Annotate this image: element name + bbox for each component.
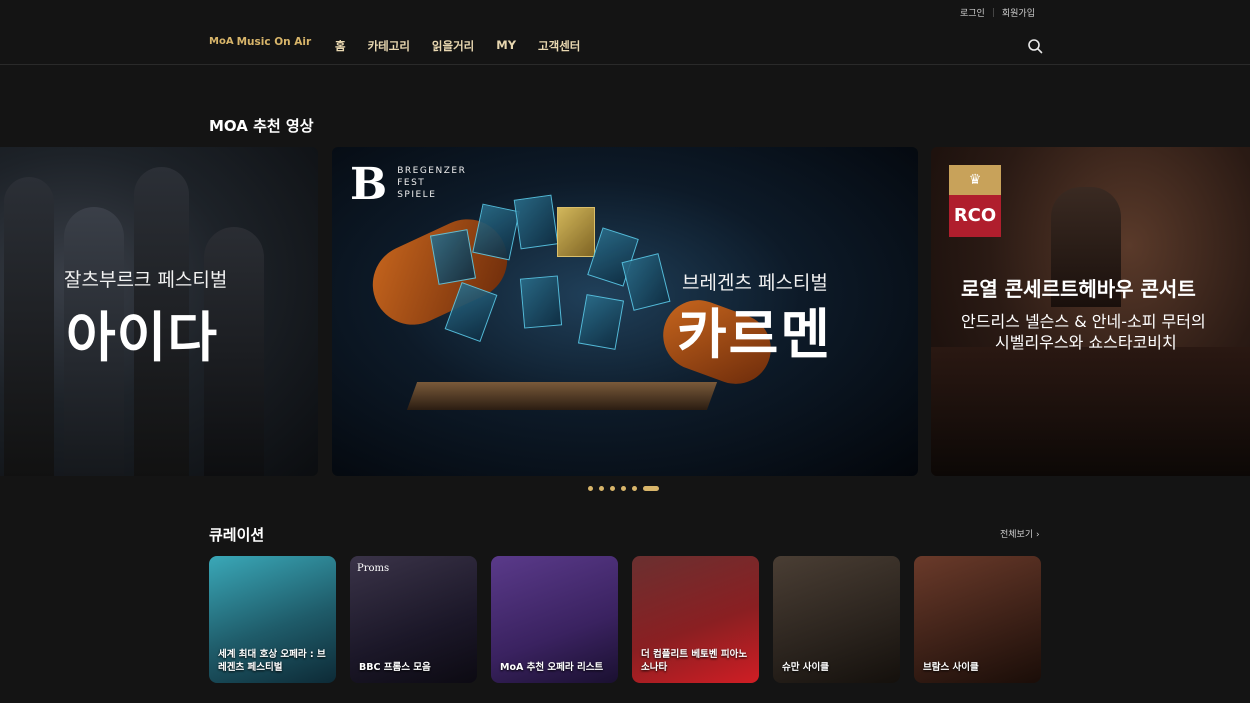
bregenz-wordmark: BREGENZER FEST SPIELE	[397, 165, 466, 201]
carousel-slide-aida[interactable]: 잘츠부르크 페스티벌 아이다	[0, 147, 318, 476]
curation-card[interactable]: 브람스 사이클	[914, 556, 1041, 683]
rco-logo: ♛ RCO	[949, 165, 1001, 237]
logo[interactable]: MoA Music On Air	[209, 36, 311, 48]
nav-reading[interactable]: 읽을거리	[432, 38, 474, 54]
main-nav: 홈 카테고리 읽을거리 MY 고객센터	[335, 38, 580, 54]
curation-card-tag: Proms	[357, 563, 390, 574]
stage-card	[472, 203, 520, 261]
nav-my[interactable]: MY	[496, 38, 516, 54]
stage-card	[577, 294, 625, 350]
divider: |	[991, 7, 995, 18]
bregenz-logo: B BREGENZER FEST SPIELE	[350, 159, 466, 210]
bregenz-line: FEST	[397, 178, 426, 188]
bregenz-line: BREGENZER	[397, 166, 467, 176]
signup-link[interactable]: 회원가입	[1002, 6, 1035, 19]
bregenz-line: SPIELE	[397, 190, 437, 200]
see-all-link[interactable]: 전체보기 ›	[1000, 527, 1040, 540]
curation-card[interactable]: 더 컴플리트 베토벤 피아노 소나타	[632, 556, 759, 683]
carousel-dot[interactable]	[599, 486, 604, 491]
carousel-dot[interactable]	[632, 486, 637, 491]
nav-home[interactable]: 홈	[335, 38, 346, 54]
carousel-pagination	[588, 486, 659, 491]
carousel-slide-carmen[interactable]: B BREGENZER FEST SPIELE 브레겐츠 페스티벌 카르멘	[332, 147, 918, 476]
carousel-slide-rco[interactable]: ♛ RCO 로열 콘세르트헤바우 콘서트 안드리스 넬슨스 & 안네-소피 무터…	[931, 147, 1250, 476]
login-link[interactable]: 로그인	[960, 6, 985, 19]
curation-card[interactable]: MoA 추천 오페라 리스트	[491, 556, 618, 683]
curation-card[interactable]: 슈만 사이클	[773, 556, 900, 683]
performer-figure	[4, 177, 54, 476]
curation-card[interactable]: Proms BBC 프롬스 모음	[350, 556, 477, 683]
slide-subtitle: 잘츠부르크 페스티벌	[64, 269, 228, 291]
nav-category[interactable]: 카테고리	[368, 38, 410, 54]
stage-card	[513, 194, 559, 250]
search-icon[interactable]	[1027, 38, 1043, 54]
orchestra-area	[931, 347, 1250, 476]
slide-title: 카르멘	[677, 303, 833, 366]
carousel-dot-active[interactable]	[643, 486, 659, 491]
carousel-dot[interactable]	[621, 486, 626, 491]
slide-subtitle: 시벨리우스와 쇼스타코비치	[995, 333, 1177, 352]
stage-card	[621, 253, 671, 311]
curation-list: 세계 최대 호상 오페라 : 브레겐츠 페스티벌 Proms BBC 프롬스 모…	[209, 556, 1041, 683]
curation-card-label: 세계 최대 호상 오페라 : 브레겐츠 페스티벌	[218, 649, 326, 673]
logo-mark-icon: MoA	[209, 36, 234, 47]
slide-title: 아이다	[66, 306, 219, 369]
curation-card-label: BBC 프롬스 모음	[359, 662, 431, 673]
carousel-dot[interactable]	[610, 486, 615, 491]
curation-card-label: MoA 추천 오페라 리스트	[500, 662, 604, 673]
carousel-dot[interactable]	[588, 486, 593, 491]
bregenz-b-mark: B	[350, 159, 388, 210]
stage-card	[557, 207, 595, 257]
curation-card-label: 슈만 사이클	[782, 662, 830, 673]
curation-card-label: 더 컴플리트 베토벤 피아노 소나타	[641, 649, 748, 673]
curation-section-title: 큐레이션	[209, 526, 265, 544]
nav-support[interactable]: 고객센터	[538, 38, 580, 54]
utility-links: 로그인 | 회원가입	[960, 6, 1035, 20]
curation-card-label: 브람스 사이클	[923, 662, 979, 673]
curation-card[interactable]: 세계 최대 호상 오페라 : 브레겐츠 페스티벌	[209, 556, 336, 683]
slide-title: 로열 콘세르트헤바우 콘서트	[961, 277, 1196, 301]
logo-text: Music On Air	[236, 36, 312, 48]
crown-icon: ♛	[949, 165, 1001, 195]
stage-platform	[406, 382, 718, 410]
recommend-section-title: MOA 추천 영상	[209, 117, 314, 135]
header: MoA Music On Air 홈 카테고리 읽을거리 MY 고객센터	[0, 28, 1250, 65]
stage-card	[519, 275, 563, 329]
rco-logo-text: RCO	[953, 205, 997, 226]
